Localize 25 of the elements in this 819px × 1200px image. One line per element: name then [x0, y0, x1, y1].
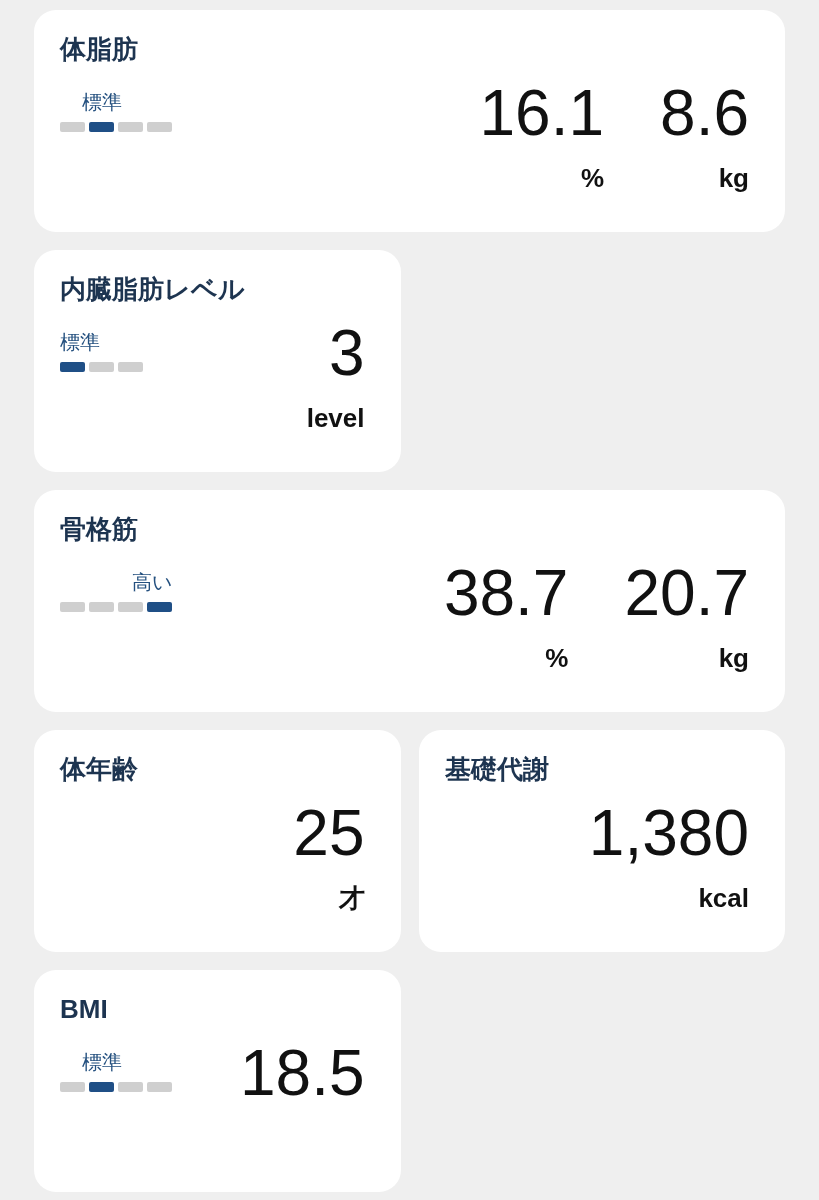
metric-unit: kcal	[698, 882, 749, 916]
rating-label: 標準	[81, 90, 122, 116]
metric-value: 20.7	[624, 561, 749, 626]
metric-title: 骨格筋	[60, 514, 138, 546]
rating-label: 標準	[60, 330, 100, 356]
metric-value: 18.5	[239, 1041, 365, 1106]
metric-unit: %	[580, 162, 605, 196]
metric-value: 25	[293, 801, 365, 866]
metric-value: 16.1	[479, 81, 605, 146]
metric-unit: %	[545, 642, 569, 676]
metric-unit: kg	[718, 642, 749, 676]
rating-label: 高い	[132, 570, 172, 596]
metric-value: 1,380	[588, 801, 749, 866]
metric-title: 基礎代謝	[444, 754, 549, 786]
metric-unit: kg	[718, 162, 749, 196]
metric-value: 3	[328, 321, 365, 386]
metric-title: 体脂肪	[60, 34, 138, 66]
metric-value: 38.7	[443, 561, 569, 626]
metric-title: 体年齢	[60, 754, 138, 786]
metric-value: 8.6	[660, 81, 749, 146]
metric-unit: 才	[338, 882, 365, 916]
metric-unit: level	[306, 402, 365, 436]
metric-title: BMI	[60, 994, 108, 1026]
metric-title: 内臓脂肪レベル	[60, 274, 245, 306]
rating-label: 標準	[81, 1050, 122, 1076]
